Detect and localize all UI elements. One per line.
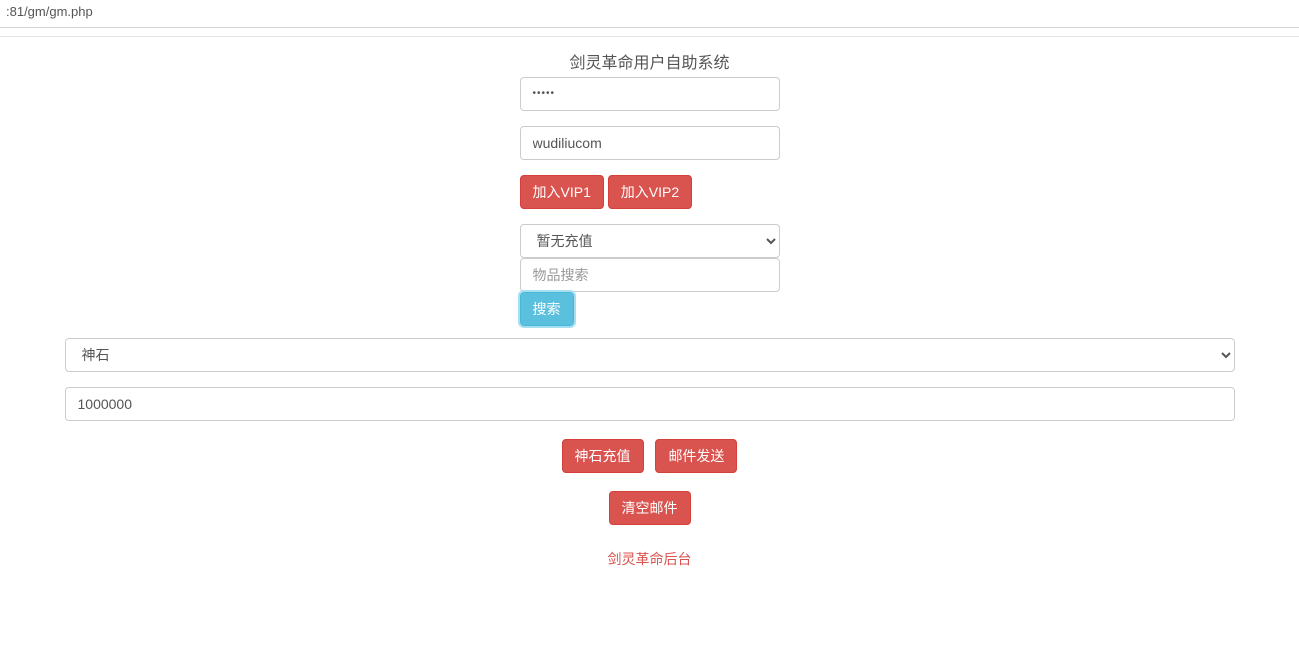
item-search-input[interactable]: [520, 258, 780, 292]
join-vip2-button[interactable]: 加入VIP2: [608, 175, 692, 209]
mail-send-button[interactable]: 邮件发送: [655, 439, 737, 473]
password-input[interactable]: •••••: [520, 77, 780, 111]
browser-address-bar[interactable]: :81/gm/gm.php: [0, 0, 1299, 28]
page-container: 剑灵革命用户自助系统 ••••• 加入VIP1 加入VIP2 暂无充值 搜索 神…: [0, 49, 1299, 569]
shenshi-recharge-button[interactable]: 神石充值: [562, 439, 644, 473]
vip-button-row: 加入VIP1 加入VIP2: [520, 175, 780, 209]
page-title: 剑灵革命用户自助系统: [0, 49, 1299, 73]
backend-link[interactable]: 剑灵革命后台: [608, 549, 692, 569]
join-vip1-button[interactable]: 加入VIP1: [520, 175, 604, 209]
clear-mail-button[interactable]: 清空邮件: [609, 491, 691, 525]
username-input[interactable]: [520, 126, 780, 160]
item-select[interactable]: 神石: [65, 338, 1235, 372]
action-button-row-1: 神石充值 邮件发送: [0, 439, 1299, 473]
login-panel: ••••• 加入VIP1 加入VIP2 暂无充值 搜索: [520, 77, 780, 326]
search-button[interactable]: 搜索: [520, 292, 574, 326]
password-mask: •••••: [533, 84, 556, 104]
top-divider: [0, 36, 1299, 37]
item-send-panel: 神石: [65, 338, 1235, 421]
action-button-row-2: 清空邮件: [0, 491, 1299, 525]
amount-input[interactable]: [65, 387, 1235, 421]
address-bar-text: :81/gm/gm.php: [6, 4, 93, 19]
recharge-select[interactable]: 暂无充值: [520, 224, 780, 258]
